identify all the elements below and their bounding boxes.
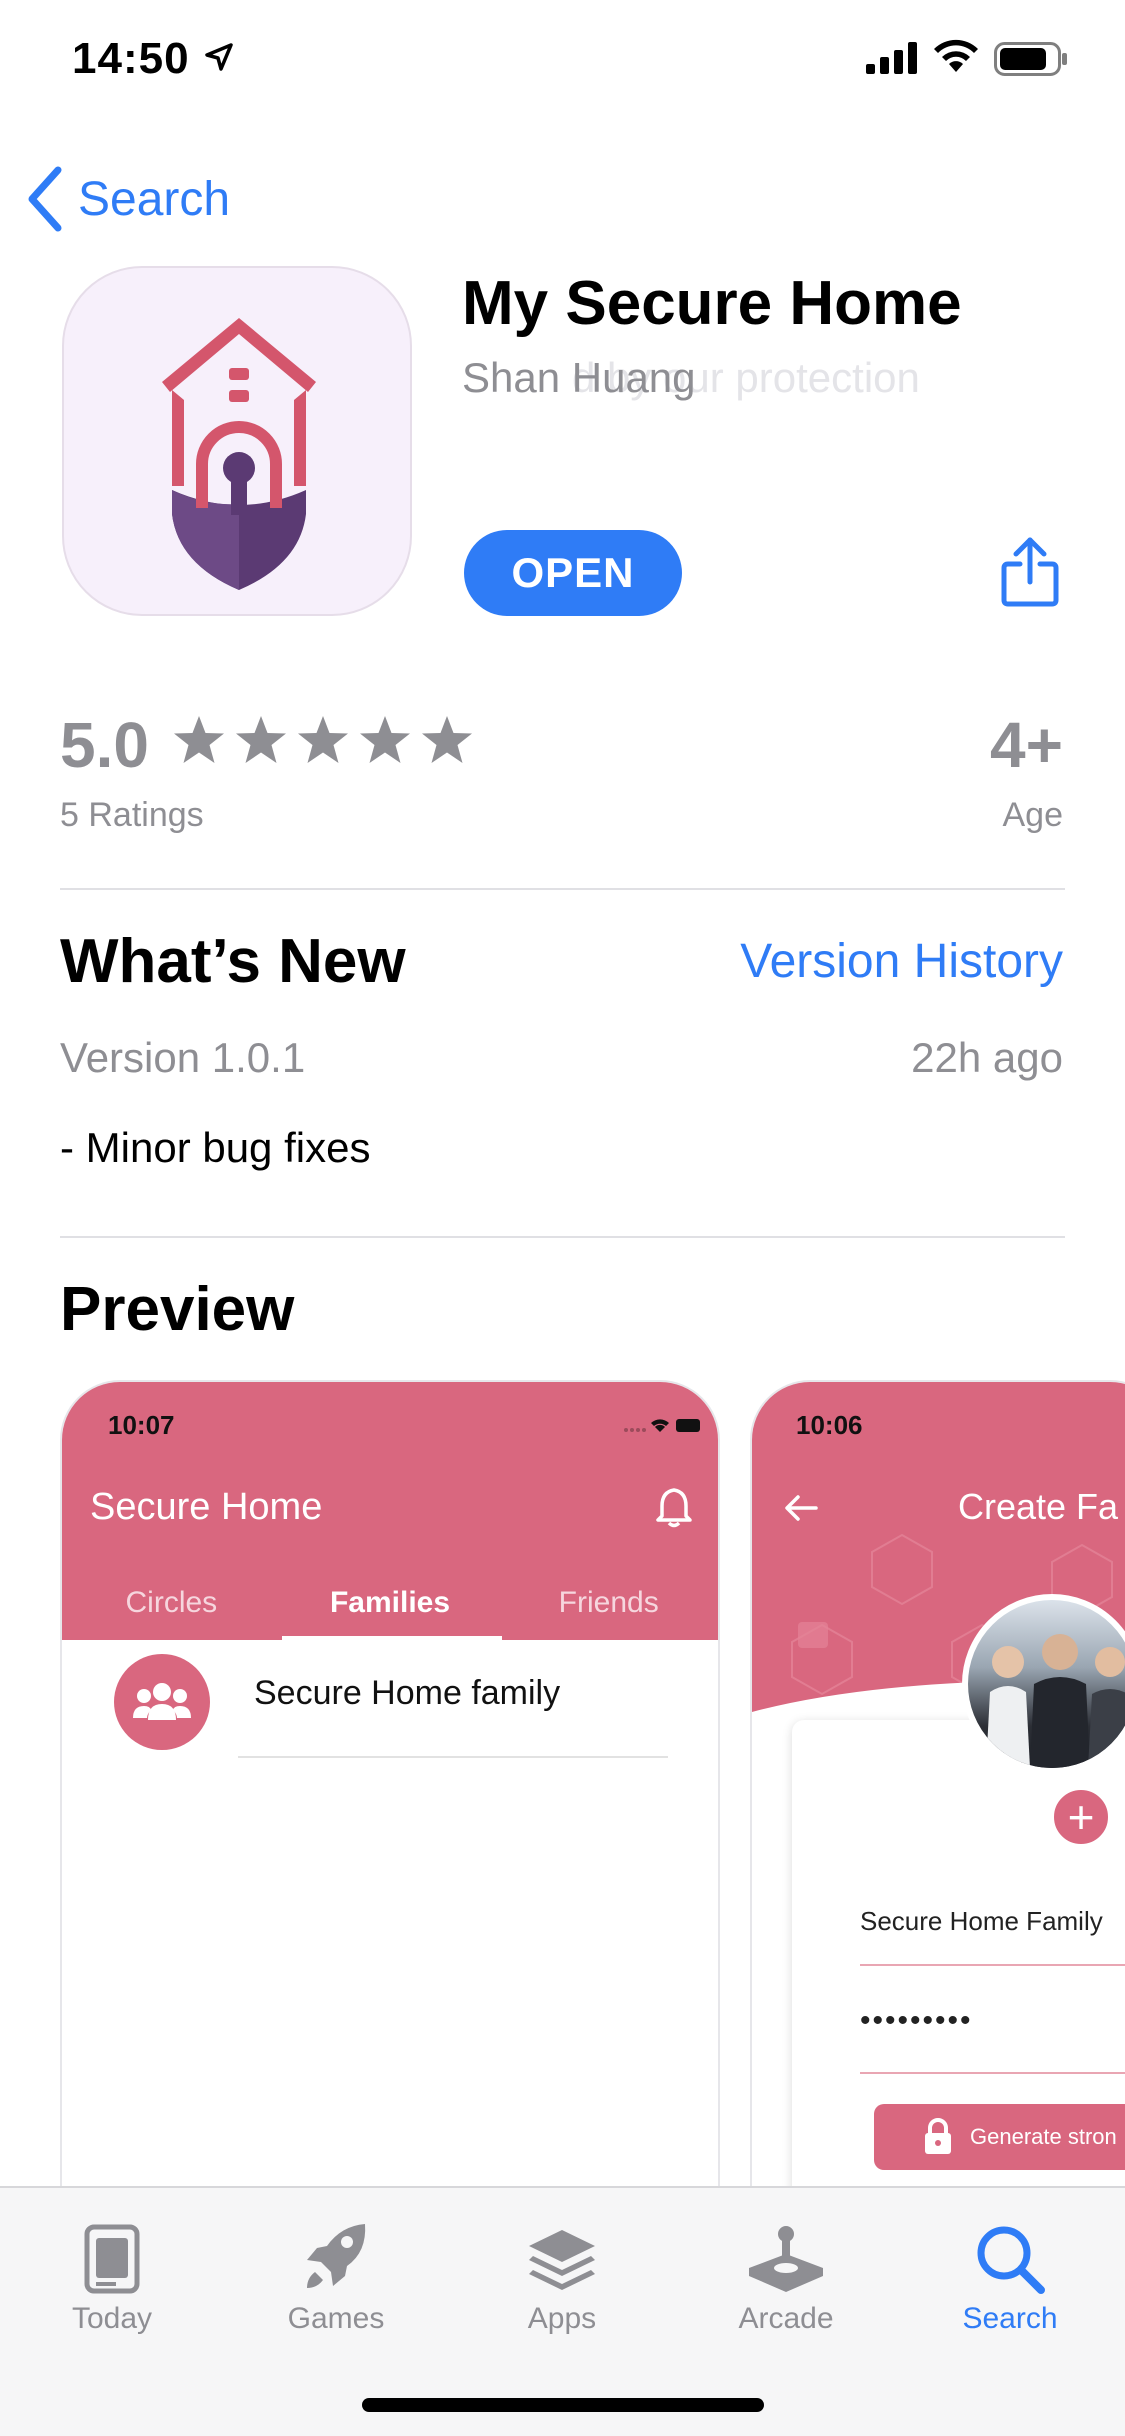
preview-status-icons <box>624 1419 700 1432</box>
preview-status-time: 10:06 <box>796 1410 863 1440</box>
tab-label: Arcade <box>738 2302 834 2335</box>
arrow-left-icon <box>785 1495 818 1521</box>
add-photo-icon: + <box>1050 1786 1112 1848</box>
family-group-icon <box>114 1654 210 1750</box>
preview-name-field: Secure Home Family <box>860 1906 1103 1936</box>
chevron-left-icon <box>28 166 62 232</box>
star-icon <box>298 716 348 763</box>
tab-label: Today <box>71 2302 153 2335</box>
status-bar: 14:50 <box>0 0 1125 120</box>
rating-count: 5 Ratings <box>60 796 204 834</box>
layers-icon <box>529 2230 595 2290</box>
preview-list-item: Secure Home family <box>254 1674 561 1712</box>
lock-icon <box>925 2118 951 2154</box>
today-icon <box>84 2224 140 2294</box>
tab-apps[interactable]: Apps <box>462 2208 662 2336</box>
tab-today[interactable]: Today <box>12 2208 212 2336</box>
app-developer[interactable]: Shan Huang <box>462 354 696 402</box>
wifi-icon <box>934 39 978 72</box>
cell-signal-icon <box>866 42 917 74</box>
tab-label: Apps <box>527 2302 597 2335</box>
preview-password-field: ••••••••• <box>860 2004 973 2037</box>
preview-list-divider <box>238 1756 668 1758</box>
preview-tab-circles: Circles <box>125 1586 218 1619</box>
divider <box>60 1236 1065 1238</box>
tab-games[interactable]: Games <box>236 2208 436 2336</box>
search-icon <box>977 2226 1045 2294</box>
divider <box>60 888 1065 890</box>
star-icon <box>422 716 472 763</box>
home-indicator[interactable] <box>362 2398 764 2412</box>
tab-arcade[interactable]: Arcade <box>686 2208 886 2336</box>
open-button[interactable]: OPEN <box>464 530 682 616</box>
star-icon <box>236 716 286 763</box>
share-icon <box>1001 537 1059 607</box>
preview-tabs: Circles Families Friends <box>62 1578 718 1640</box>
tab-label: Games <box>287 2302 385 2335</box>
preview-field-underline <box>860 1964 1125 1966</box>
release-notes: - Minor bug fixes <box>60 1124 371 1171</box>
preview-field-underline <box>860 2072 1125 2074</box>
version-label: Version 1.0.1 <box>60 1034 306 1081</box>
preview-tab-indicator <box>282 1636 502 1640</box>
star-icon <box>174 716 224 763</box>
tab-search[interactable]: Search <box>910 2208 1110 2336</box>
back-button[interactable]: Search <box>24 164 230 234</box>
star-rating <box>172 714 474 766</box>
rating-value: 5.0 <box>60 709 149 781</box>
age-rating: 4+ <box>990 709 1063 781</box>
location-arrow-icon <box>205 43 233 71</box>
rocket-icon <box>307 2224 366 2288</box>
preview-screenshot-2[interactable]: 10:06 Create Fa + Secure Home Family •••… <box>750 1380 1125 2200</box>
whats-new-title: What’s New <box>60 927 406 996</box>
battery-icon <box>994 42 1067 76</box>
tab-label: Search <box>962 2302 1058 2335</box>
preview-status-time: 10:07 <box>108 1410 175 1440</box>
back-label: Search <box>78 172 231 226</box>
star-icon <box>360 716 410 763</box>
preview-tab-friends: Friends <box>558 1586 659 1619</box>
preview-tab-families: Families <box>329 1586 451 1619</box>
preview-generate-button: Generate stron <box>874 2104 1125 2170</box>
preview-page-title: Create Fa <box>958 1486 1119 1527</box>
preview-app-title: Secure Home <box>90 1486 323 1528</box>
age-label: Age <box>1002 796 1064 834</box>
app-title: My Secure Home <box>462 269 962 338</box>
version-history-link[interactable]: Version History <box>740 934 1063 989</box>
update-time: 22h ago <box>911 1034 1063 1081</box>
preview-title: Preview <box>60 1275 295 1344</box>
status-time: 14:50 <box>72 34 190 83</box>
bell-icon <box>656 1488 692 1528</box>
share-button[interactable] <box>1000 536 1060 613</box>
secure-home-app-icon <box>62 266 412 616</box>
preview-screenshot-1[interactable]: 10:07 Secure Home Circles Families Frien… <box>60 1380 720 2200</box>
joystick-icon <box>749 2226 823 2292</box>
